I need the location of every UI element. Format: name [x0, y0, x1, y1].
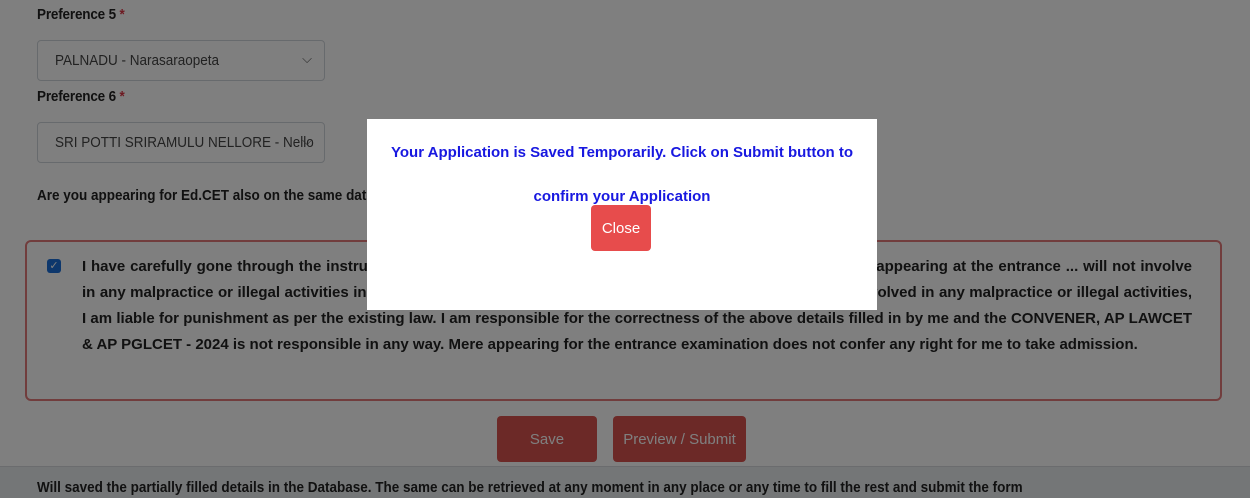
save-confirmation-modal: Your Application is Saved Temporarily. C…: [367, 119, 877, 310]
close-button[interactable]: Close: [591, 205, 651, 251]
